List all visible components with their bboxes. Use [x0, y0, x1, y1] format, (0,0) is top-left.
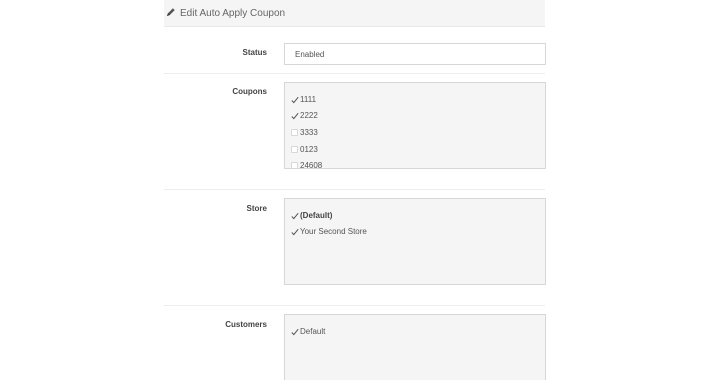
store-item-label: Your Second Store	[300, 227, 367, 236]
coupon-item-2222[interactable]: 2222	[291, 110, 318, 121]
check-icon	[291, 96, 299, 103]
coupon-item-label: 1111	[300, 95, 317, 104]
store-item-second-store[interactable]: Your Second Store	[291, 226, 367, 237]
store-label: Store	[246, 204, 267, 213]
coupon-item-label: 2222	[300, 111, 318, 120]
edit-auto-apply-coupon-page: Edit Auto Apply Coupon Status Enabled Co…	[0, 0, 710, 380]
status-label: Status	[242, 48, 267, 57]
checkbox-empty[interactable]	[291, 146, 298, 153]
customers-checkbox-list[interactable]: Default	[284, 314, 546, 380]
form-divider	[164, 73, 545, 74]
status-select[interactable]: Enabled	[284, 43, 546, 65]
coupon-item-3333[interactable]: 3333	[291, 127, 318, 138]
panel-title: Edit Auto Apply Coupon	[180, 7, 286, 19]
checkbox-empty[interactable]	[291, 129, 298, 136]
checkbox-empty[interactable]	[291, 162, 298, 168]
check-icon	[291, 228, 299, 235]
form-divider	[164, 189, 545, 190]
check-icon	[291, 212, 299, 219]
coupons-label: Coupons	[232, 87, 267, 96]
customers-label: Customers	[225, 320, 267, 329]
coupon-item-label: 24608	[300, 161, 323, 169]
coupon-item-0123[interactable]: 0123	[291, 144, 318, 155]
customer-item-default[interactable]: Default	[291, 326, 325, 337]
coupon-item-label: 0123	[300, 145, 318, 154]
status-select-value: Enabled	[295, 49, 325, 59]
check-icon	[291, 328, 299, 335]
coupon-item-1111[interactable]: 1111	[291, 94, 316, 105]
coupons-checkbox-list[interactable]: 1111 2222 3333 0123 24608	[284, 82, 546, 169]
store-checkbox-list[interactable]: (Default) Your Second Store	[284, 198, 546, 285]
form-divider	[164, 305, 545, 306]
customer-item-label: Default	[300, 327, 326, 336]
check-icon	[291, 112, 299, 119]
panel-heading: Edit Auto Apply Coupon	[164, 0, 545, 27]
coupon-item-label: 3333	[300, 128, 318, 137]
coupon-item-24608[interactable]: 24608	[291, 160, 323, 169]
pencil-icon	[166, 8, 175, 17]
store-item-label: (Default)	[300, 211, 333, 220]
store-item-default[interactable]: (Default)	[291, 210, 332, 221]
